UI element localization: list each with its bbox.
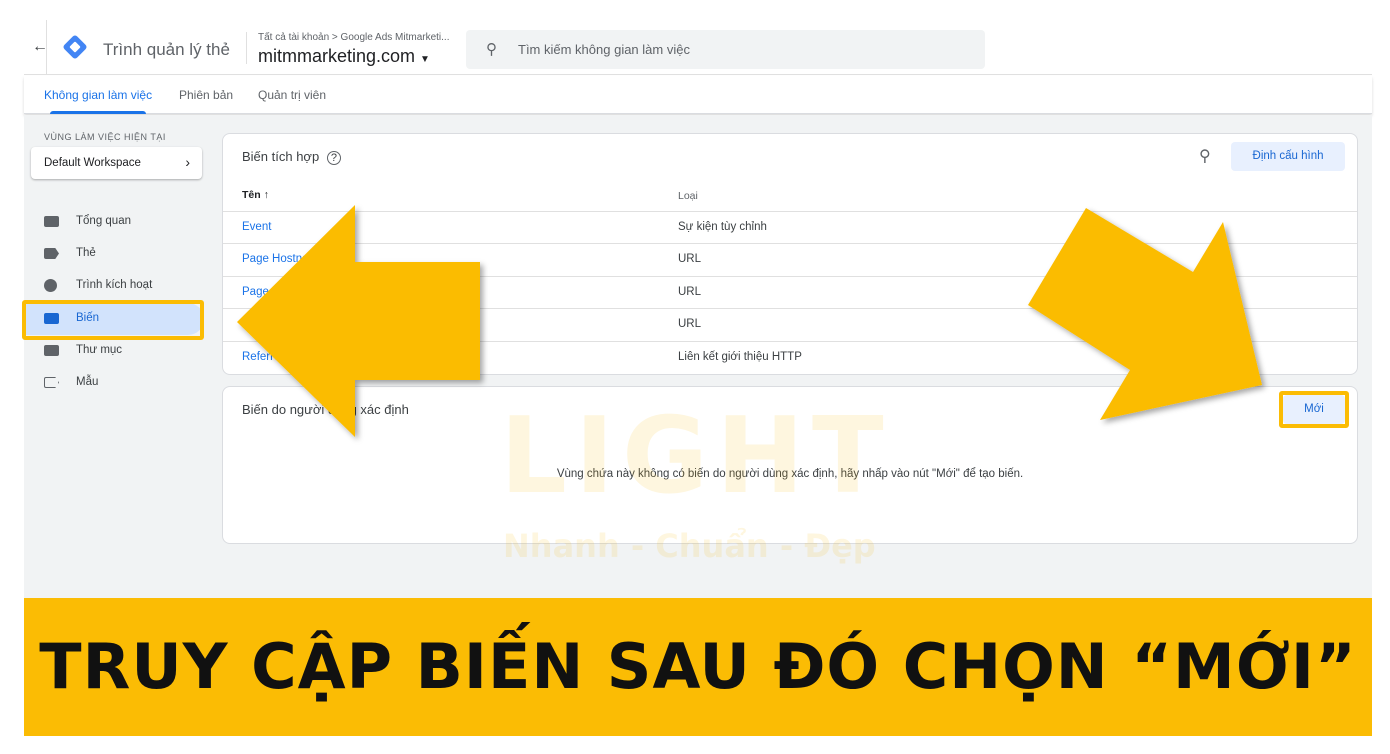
account-name: mitmmarketing.com — [258, 46, 416, 66]
workspace-selector[interactable]: Default Workspace › — [31, 147, 202, 179]
sidebar-item-overview[interactable]: Tổng quan — [24, 206, 204, 238]
top-bar: ← Trình quản lý thẻ Tất cả tài khoản > G… — [24, 20, 1372, 75]
column-header-type: Loại — [678, 190, 698, 202]
search-placeholder: Tìm kiếm không gian làm việc — [518, 42, 690, 57]
card-title: Biến do người dùng xác định — [242, 402, 409, 417]
table-row[interactable]: Page URL URL — [223, 308, 1357, 340]
card-title: Biến tích hợp ? — [242, 149, 341, 165]
variable-name-link[interactable]: Page URL — [242, 318, 295, 330]
variable-name-link[interactable]: Referrer — [242, 351, 284, 363]
column-header-name[interactable]: Tên ↑ — [242, 189, 269, 201]
instruction-banner: TRUY CẬP BIẾN SAU ĐÓ CHỌN “MỚI” — [24, 598, 1372, 736]
tag-icon — [44, 248, 59, 259]
search-icon[interactable]: ⚲ — [1199, 146, 1211, 166]
sidebar-item-templates[interactable]: Mẫu — [24, 367, 204, 399]
account-selector[interactable]: mitmmarketing.com ▼ — [258, 46, 430, 67]
variable-type: URL — [678, 286, 702, 298]
folder-icon — [44, 345, 59, 356]
highlight-box — [1279, 391, 1349, 428]
table-row[interactable]: Page Hostname URL — [223, 243, 1357, 275]
sidebar-item-label: Trình kích hoạt — [76, 279, 153, 291]
divider — [246, 32, 247, 64]
table-row[interactable]: Event Sự kiện tùy chỉnh — [223, 211, 1357, 243]
chevron-right-icon: › — [185, 154, 190, 170]
builtin-variables-card: Biến tích hợp ? ⚲ Định cấu hình Tên ↑ Lo… — [222, 133, 1358, 375]
tab-bar: Không gian làm việc Phiên bản Quản trị v… — [24, 76, 1372, 114]
variable-name-link[interactable]: Page Path — [242, 286, 296, 298]
sidebar-item-label: Thư mục — [76, 344, 123, 356]
configure-button[interactable]: Định cấu hình — [1231, 142, 1345, 171]
app-title: Trình quản lý thẻ — [103, 40, 230, 59]
search-icon: ⚲ — [486, 41, 497, 58]
sidebar-item-label: Tổng quan — [76, 215, 131, 227]
sidebar-item-triggers[interactable]: Trình kích hoạt — [24, 270, 204, 302]
tab-workspace[interactable]: Không gian làm việc — [44, 88, 152, 114]
variable-type: Liên kết giới thiệu HTTP — [678, 351, 802, 363]
empty-state-message: Vùng chứa này không có biến do người dùn… — [556, 468, 1024, 480]
variable-type: URL — [678, 253, 702, 265]
sidebar-item-tags[interactable]: Thẻ — [24, 238, 204, 270]
variable-name-link[interactable]: Page Hostname — [242, 253, 324, 265]
template-icon — [44, 377, 59, 388]
highlight-box — [22, 300, 204, 340]
title-text: Biến tích hợp — [242, 149, 320, 164]
table-row[interactable]: Referrer Liên kết giới thiệu HTTP — [223, 341, 1357, 373]
breadcrumb[interactable]: Tất cả tài khoản > Google Ads Mitmarketi… — [258, 32, 449, 43]
tab-admin[interactable]: Quản trị viên — [258, 88, 326, 102]
gtm-logo-icon — [62, 34, 88, 60]
main-area: VÙNG LÀM VIỆC HIỆN TẠI Default Workspace… — [22, 115, 1372, 598]
tab-versions[interactable]: Phiên bản — [179, 88, 233, 102]
caret-down-icon: ▼ — [420, 54, 430, 65]
help-icon[interactable]: ? — [326, 151, 341, 165]
variable-type: URL — [678, 318, 702, 330]
variable-name-link[interactable]: Event — [242, 221, 271, 233]
sidebar-item-label: Mẫu — [76, 376, 99, 388]
workspace-search[interactable]: ⚲ Tìm kiếm không gian làm việc — [466, 30, 985, 69]
workspace-name: Default Workspace — [44, 157, 141, 169]
sidebar-item-label: Thẻ — [76, 247, 96, 259]
table-row[interactable]: Page Path URL — [223, 276, 1357, 308]
divider — [46, 20, 47, 75]
trigger-icon — [44, 279, 57, 292]
workspace-label: VÙNG LÀM VIỆC HIỆN TẠI — [44, 132, 166, 142]
overview-icon — [44, 216, 59, 227]
variable-type: Sự kiện tùy chỉnh — [678, 221, 767, 233]
user-defined-variables-card: Biến do người dùng xác định Mới Vùng chứ… — [222, 386, 1358, 544]
